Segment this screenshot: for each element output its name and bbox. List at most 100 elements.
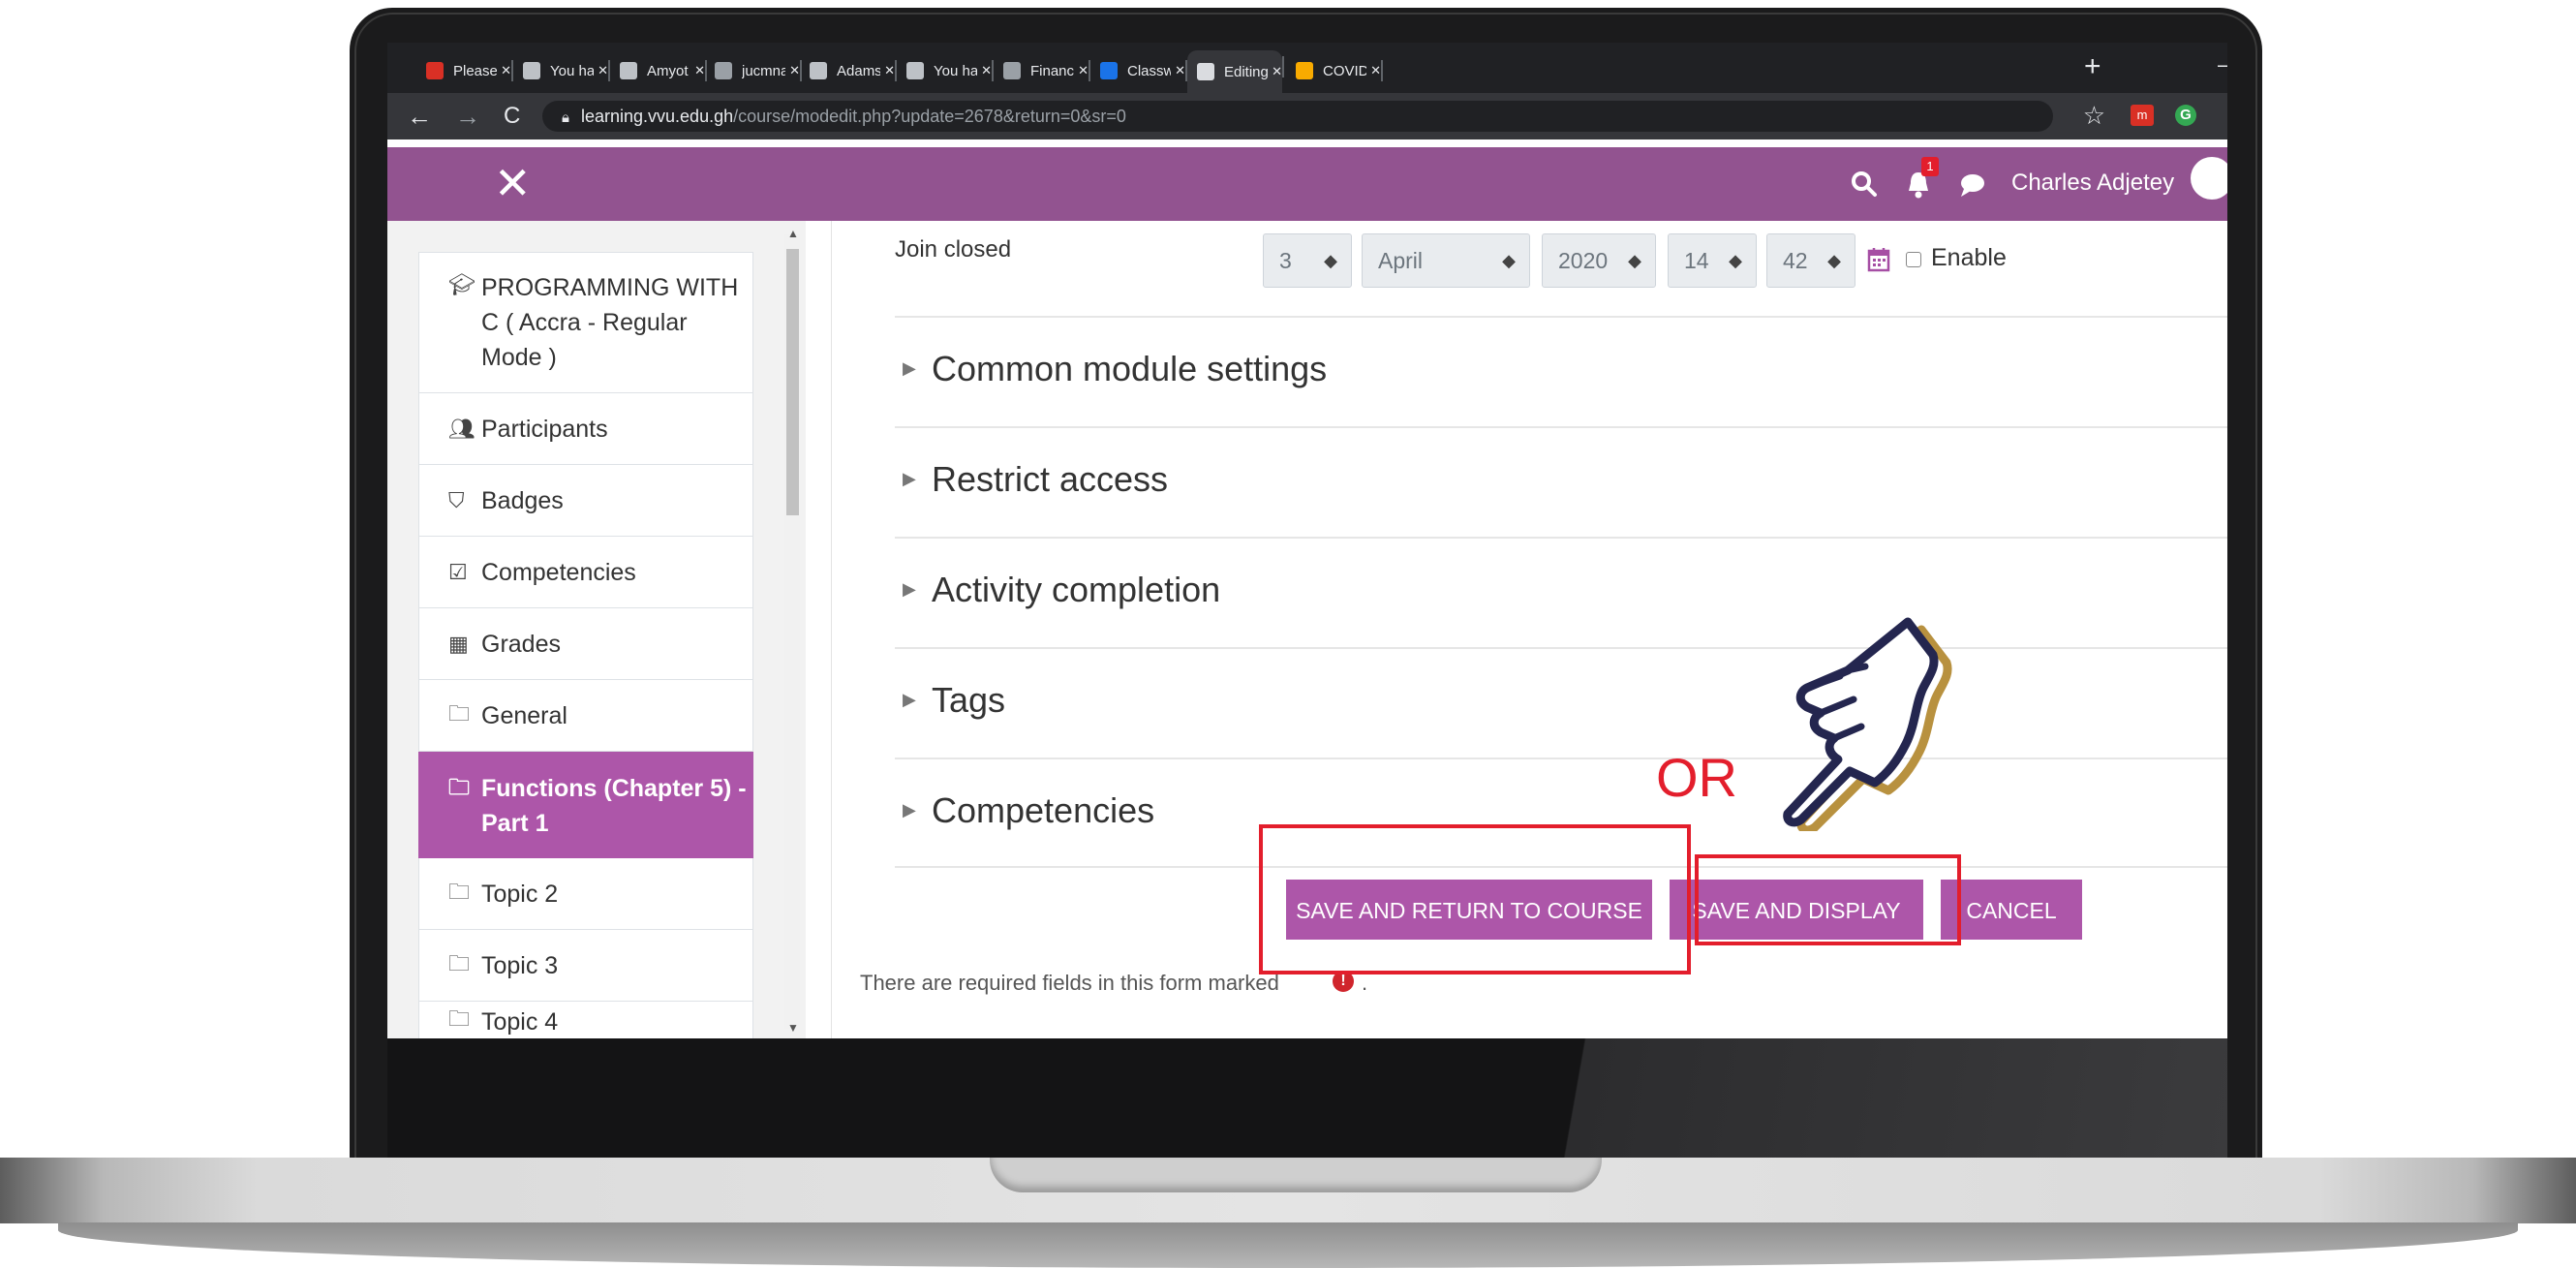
close-tab-icon[interactable]: ✕ — [1078, 63, 1089, 78]
browser-tab[interactable]: Adams C✕ — [800, 54, 897, 87]
calendar-icon[interactable] — [1867, 247, 1890, 272]
tab-separator — [1282, 56, 1284, 77]
gmail-icon — [426, 62, 444, 79]
folder-icon: 🗀 — [448, 700, 471, 726]
messages-icon[interactable] — [1958, 171, 1987, 199]
sidebar-item[interactable]: ▦ Grades — [418, 608, 753, 680]
browser-tab[interactable]: COVID-1✕ — [1286, 54, 1383, 87]
reload-icon[interactable]: C — [504, 93, 520, 139]
globe-icon — [715, 62, 732, 79]
sidebar-item[interactable]: 🎓︎ PROGRAMMING WITH C ( Accra - Regular M… — [418, 252, 753, 393]
browser-tab[interactable]: Amyot D ✕ — [610, 54, 707, 87]
laptop-base-lower — [58, 1222, 2518, 1268]
nav-drawer-list: 🎓︎ PROGRAMMING WITH C ( Accra - Regular M… — [418, 252, 753, 1038]
collapsible-section[interactable]: ▶ Restrict access — [895, 426, 2227, 535]
month-select[interactable]: April ◆ — [1362, 233, 1530, 288]
sidebar-item-label: Functions (Chapter 5) -Part 1 — [481, 775, 747, 837]
extension-icon[interactable]: m — [2131, 105, 2154, 126]
day-select[interactable]: 3 ◆ — [1263, 233, 1352, 288]
url-path: /course/modedit.php?update=2678&return=0… — [733, 107, 1126, 126]
section-title[interactable]: Restrict access — [932, 459, 1168, 500]
year-select[interactable]: 2020 ◆ — [1542, 233, 1656, 288]
sidebar-item[interactable]: ⛉ Badges — [418, 465, 753, 537]
url-host: learning.vvu.edu.gh — [580, 107, 734, 126]
sidebar-item[interactable]: 👥︎ Participants — [418, 393, 753, 465]
user-avatar[interactable] — [2191, 157, 2227, 200]
tab-title: Classwor — [1127, 62, 1172, 79]
grammarly-extension-icon[interactable]: G — [2175, 105, 2196, 126]
back-icon[interactable]: ← — [407, 93, 432, 139]
folder-icon: 🗀 — [448, 775, 471, 799]
enable-checkbox[interactable] — [1906, 252, 1921, 267]
sidebar-item[interactable]: 🗀 Topic 3 — [418, 930, 753, 1002]
expand-arrow-icon[interactable]: ▶ — [903, 469, 916, 489]
tab-title: COVID-1 — [1323, 62, 1367, 79]
close-tab-icon[interactable]: ✕ — [1272, 64, 1282, 79]
expand-arrow-icon[interactable]: ▶ — [903, 800, 916, 820]
table-icon: ▦ — [448, 631, 469, 656]
folder-icon: 🗀 — [448, 950, 471, 975]
address-bar[interactable]: 🔒︎ learning.vvu.edu.gh/course/modedit.php… — [542, 101, 2053, 132]
user-menu-name[interactable]: Charles Adjetey — [2011, 170, 2174, 197]
minimize-icon[interactable]: – — [2218, 52, 2227, 77]
sidebar-item[interactable]: 🗀 Topic 2 — [418, 858, 753, 930]
close-tab-icon[interactable]: ✕ — [789, 63, 800, 78]
select-caret-icon: ◆ — [1827, 251, 1841, 270]
tab-bar: Please jo✕You have✕Amyot D✕jucmnav✕Adams… — [387, 43, 2227, 93]
section-title[interactable]: Competencies — [932, 790, 1154, 831]
browser-tab[interactable]: You have✕ — [513, 54, 610, 87]
scroll-up-icon[interactable]: ▲ — [787, 227, 799, 240]
close-tab-icon[interactable]: ✕ — [501, 63, 511, 78]
expand-arrow-icon[interactable]: ▶ — [903, 690, 916, 710]
sidebar-item[interactable]: 🗀 Functions (Chapter 5) -Part 1 — [418, 752, 753, 858]
collapsible-section[interactable]: ▶ Tags — [895, 647, 2227, 756]
notification-count-badge: 1 — [1921, 157, 1939, 176]
browser-tab[interactable]: jucmnav✕ — [705, 54, 802, 87]
forward-icon[interactable]: → — [455, 93, 480, 139]
sidebar-item[interactable]: ☑ Competencies — [418, 537, 753, 608]
sidebar-item[interactable]: 🗀 General — [418, 680, 753, 752]
collapsible-section[interactable]: ▶ Common module settings — [895, 316, 2227, 424]
section-title[interactable]: Activity completion — [932, 570, 1220, 610]
tab-title: Please jo — [453, 62, 498, 79]
expand-arrow-icon[interactable]: ▶ — [903, 358, 916, 379]
browser-tab[interactable]: Financial✕ — [994, 54, 1090, 87]
classroom-icon — [1100, 62, 1118, 79]
browser-tab[interactable]: Classwor✕ — [1090, 54, 1187, 87]
minute-select[interactable]: 42 ◆ — [1766, 233, 1855, 288]
close-tab-icon[interactable]: ✕ — [981, 63, 992, 78]
expand-arrow-icon[interactable]: ▶ — [903, 579, 916, 600]
section-title[interactable]: Common module settings — [932, 349, 1327, 389]
browser-tab[interactable]: Editing B✕ — [1187, 50, 1284, 93]
collapsible-section[interactable]: ▶ Activity completion — [895, 537, 2227, 645]
shield-icon: ⛉ — [448, 487, 465, 512]
sidebar-item-label: Topic 4 — [481, 1008, 559, 1036]
sidebar-item-label: General — [481, 701, 567, 729]
sidebar-item-label: Badges — [481, 486, 564, 514]
scroll-down-icon[interactable]: ▼ — [787, 1021, 799, 1035]
hour-select[interactable]: 14 ◆ — [1668, 233, 1757, 288]
doc-icon — [523, 62, 540, 79]
nav-drawer-scroll-thumb[interactable] — [786, 249, 799, 515]
close-tab-icon[interactable]: ✕ — [1175, 63, 1185, 78]
close-drawer-icon[interactable]: ✕ — [494, 161, 532, 205]
section-title[interactable]: Tags — [932, 680, 1005, 721]
graduation-cap-icon: 🎓︎ — [448, 272, 475, 296]
browser-tab[interactable]: You have✕ — [897, 54, 994, 87]
browser-tab[interactable]: Please jo✕ — [416, 54, 513, 87]
cancel-button[interactable]: CANCEL — [1941, 880, 2082, 940]
join-closed-label: Join closed — [895, 236, 1012, 263]
doc-icon — [810, 62, 827, 79]
day-value: 3 — [1279, 248, 1292, 273]
tab-title: You have — [550, 62, 595, 79]
close-tab-icon[interactable]: ✕ — [884, 63, 895, 78]
bookmark-star-icon[interactable]: ☆ — [2083, 101, 2105, 131]
new-tab-button[interactable]: + — [2084, 50, 2101, 83]
close-tab-icon[interactable]: ✕ — [598, 63, 608, 78]
close-tab-icon[interactable]: ✕ — [694, 63, 705, 78]
sidebar-item[interactable]: 🗀 Topic 4 — [418, 1002, 753, 1038]
moodle-icon — [1197, 63, 1214, 80]
search-icon[interactable] — [1850, 170, 1879, 199]
close-tab-icon[interactable]: ✕ — [1370, 63, 1381, 78]
checkbox-icon: ☑ — [448, 559, 468, 584]
